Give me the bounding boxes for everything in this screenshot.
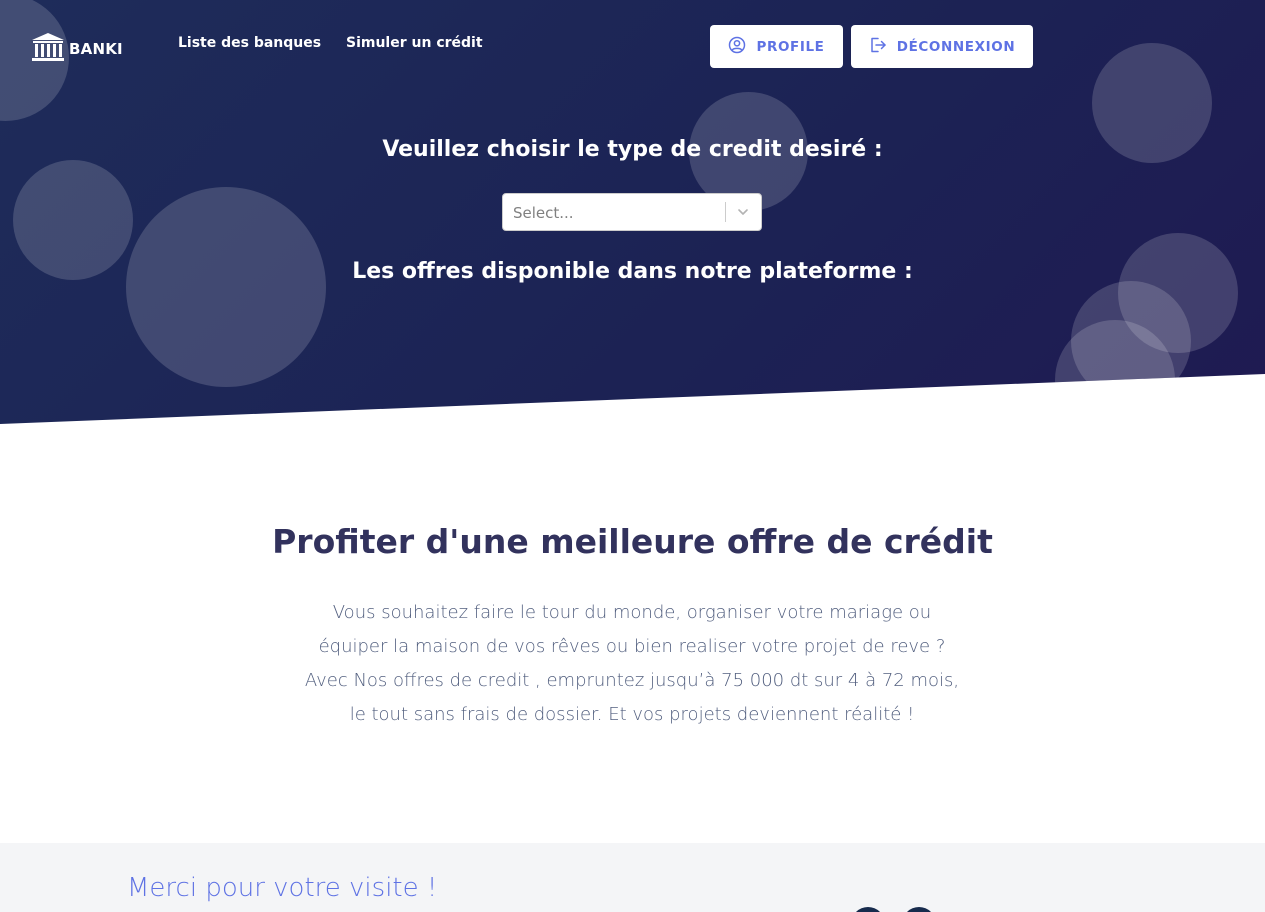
social-icon[interactable] — [851, 907, 885, 912]
promo-description: Vous souhaitez faire le tour du monde, o… — [282, 596, 982, 732]
credit-type-select-placeholder: Select... — [513, 204, 574, 222]
decorative-bubble — [126, 187, 326, 387]
footer-thanks-title: Merci pour votre visite ! — [127, 873, 438, 903]
credit-type-select[interactable]: Select... — [502, 193, 762, 231]
promo-line: le tout sans frais de dossier. Et vos pr… — [349, 704, 915, 725]
brand-logo[interactable]: BANKI — [31, 32, 123, 66]
profile-button[interactable]: PROFILE — [710, 25, 843, 68]
promo-title: Profiter d'une meilleure offre de crédit — [272, 522, 993, 561]
nav-link-banks[interactable]: Liste des banques — [178, 35, 321, 51]
chevron-down-icon[interactable] — [735, 204, 751, 224]
credit-type-prompt: Veuillez choisir le type de credit desir… — [382, 137, 883, 162]
promo-line: Vous souhaitez faire le tour du monde, o… — [332, 602, 932, 623]
bank-building-icon — [31, 32, 65, 66]
social-icon[interactable] — [902, 907, 936, 912]
nav-link-credit-simulator[interactable]: Simuler un crédit — [346, 35, 483, 51]
brand-name: BANKI — [69, 40, 123, 58]
logout-button-label: DÉCONNEXION — [896, 38, 1016, 55]
user-circle-icon — [728, 36, 746, 58]
sign-out-icon — [869, 36, 887, 58]
promo-line: Avec Nos offres de credit , empruntez ju… — [304, 670, 960, 691]
profile-button-label: PROFILE — [756, 38, 825, 55]
promo-line: équiper la maison de vos rêves ou bien r… — [318, 636, 946, 657]
footer: Merci pour votre visite ! — [0, 843, 1265, 912]
select-separator — [725, 202, 726, 222]
top-navbar: BANKI Liste des banques Simuler un crédi… — [0, 0, 1265, 90]
offers-title: Les offres disponible dans notre platefo… — [352, 259, 913, 284]
logout-button[interactable]: DÉCONNEXION — [851, 25, 1033, 68]
